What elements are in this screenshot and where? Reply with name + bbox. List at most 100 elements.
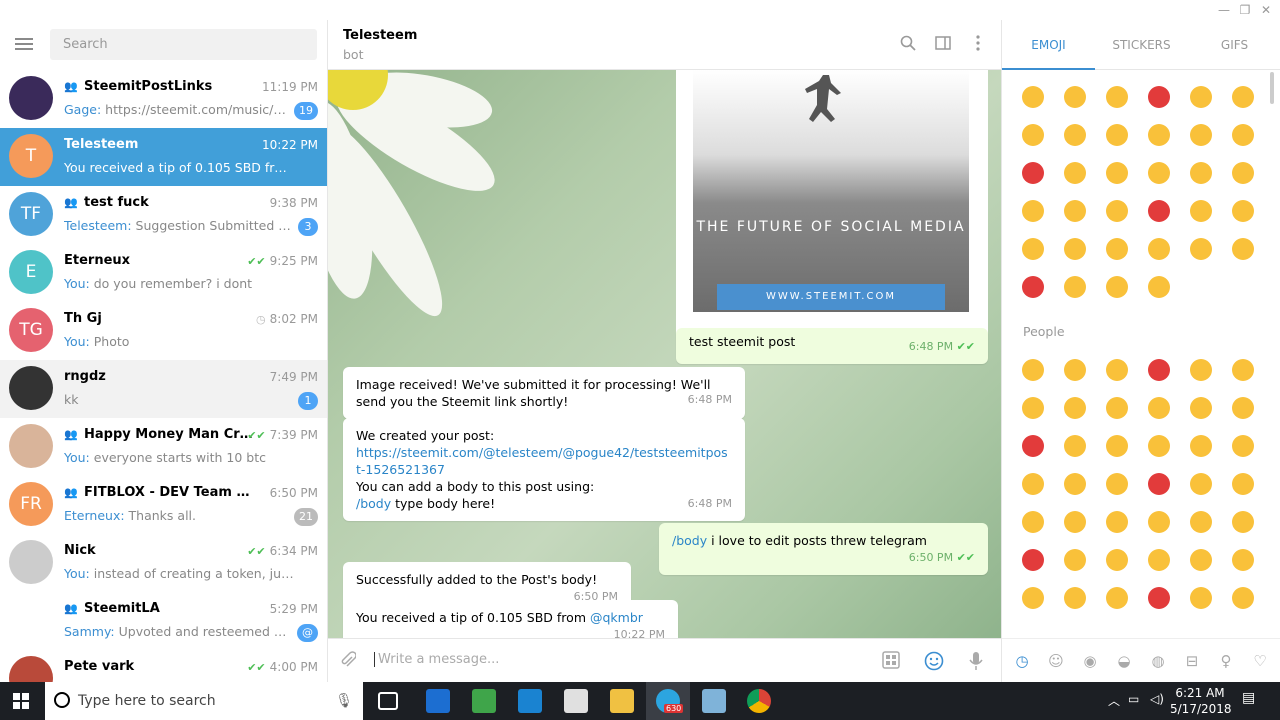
chat-list-item[interactable]: T Telesteem 10:22 PM You received a tip of… — [0, 128, 327, 186]
volume-icon[interactable]: ◁) — [1150, 692, 1164, 706]
emoji-button[interactable] — [1064, 397, 1086, 419]
emoji-button[interactable] — [1148, 276, 1170, 298]
system-clock[interactable]: 6:21 AM 5/17/2018 — [1170, 685, 1232, 717]
emoji-button[interactable] — [1148, 359, 1170, 381]
emoji-button[interactable] — [1232, 397, 1254, 419]
nature-icon[interactable]: ◉ — [1080, 651, 1100, 671]
emoji-button[interactable] — [1064, 511, 1086, 533]
file-explorer-icon[interactable] — [610, 689, 634, 713]
emoji-button[interactable] — [1148, 238, 1170, 260]
recent-icon[interactable]: ◷ — [1012, 651, 1032, 671]
emoji-button[interactable] — [1190, 162, 1212, 184]
emoji-button[interactable] — [1148, 397, 1170, 419]
emoji-button[interactable] — [1022, 359, 1044, 381]
emoji-button[interactable] — [1148, 124, 1170, 146]
chat-list-item[interactable]: 👥 SteemitLA 5:29 PM Sammy: Upvoted and rest… — [0, 592, 327, 650]
emoji-button[interactable] — [1232, 549, 1254, 571]
emoji-button[interactable] — [1148, 200, 1170, 222]
emoji-button[interactable] — [1106, 435, 1128, 457]
tab-gifs[interactable]: GIFS — [1188, 38, 1280, 52]
activity-icon[interactable]: ◍ — [1148, 651, 1168, 671]
emoji-button[interactable] — [1106, 86, 1128, 108]
tray-chevron-icon[interactable]: ︿ — [1108, 692, 1120, 709]
incoming-message[interactable]: You received a tip of 0.105 SBD from @qk… — [343, 600, 678, 638]
emoji-button[interactable] — [1106, 549, 1128, 571]
message-input[interactable]: Write a message... — [374, 652, 499, 667]
chrome-icon[interactable] — [747, 689, 771, 713]
taskbar-search[interactable]: Type here to search 🎙 — [45, 682, 363, 720]
post-link[interactable]: https://steemit.com/@telesteem/@pogue42/… — [356, 444, 732, 478]
emoji-button[interactable] — [1022, 397, 1044, 419]
chat-list-item[interactable]: FR 👥FITBLOX - DEV Team - Roadmap 6:50 PM Et… — [0, 476, 327, 534]
emoji-button[interactable] — [1106, 162, 1128, 184]
emoji-button[interactable] — [1106, 511, 1128, 533]
emoji-button[interactable] — [1190, 238, 1212, 260]
emoji-button[interactable] — [1064, 124, 1086, 146]
emoji-button[interactable] — [1064, 86, 1086, 108]
food-icon[interactable]: ◒ — [1114, 651, 1134, 671]
emoji-button[interactable] — [1106, 473, 1128, 495]
outgoing-message[interactable]: test steemit post 6:48 PM ✔✔ — [676, 328, 988, 364]
emoji-button[interactable] — [1190, 397, 1212, 419]
emoji-button[interactable] — [1232, 200, 1254, 222]
close-button[interactable]: ✕ — [1256, 2, 1276, 18]
emoji-button[interactable] — [1232, 238, 1254, 260]
emoji-button[interactable] — [1232, 162, 1254, 184]
emoji-button[interactable] — [1148, 435, 1170, 457]
sidebar-toggle-icon[interactable] — [933, 35, 953, 55]
maximize-button[interactable]: ❐ — [1235, 2, 1255, 18]
travel-icon[interactable]: ⊟ — [1182, 651, 1202, 671]
bot-keyboard-icon[interactable] — [881, 651, 901, 671]
emoji-button[interactable] — [1022, 587, 1044, 609]
emoji-button[interactable] — [1190, 435, 1212, 457]
emoji-button[interactable] — [1190, 587, 1212, 609]
emoji-button[interactable] — [1022, 238, 1044, 260]
menu-icon[interactable] — [15, 38, 33, 50]
emoji-button[interactable] — [1190, 549, 1212, 571]
windows-start-icon[interactable] — [13, 693, 29, 709]
peer-name[interactable]: Telesteem — [343, 28, 417, 43]
emoji-button[interactable] — [1190, 124, 1212, 146]
emoji-button[interactable] — [1064, 200, 1086, 222]
emoji-button[interactable] — [1022, 276, 1044, 298]
notifications-icon[interactable]: ▤ — [1242, 690, 1255, 706]
task-view-icon[interactable] — [378, 692, 398, 710]
emoji-button[interactable] — [1064, 435, 1086, 457]
store-icon[interactable] — [564, 689, 588, 713]
user-link[interactable]: @qkmbr — [590, 610, 643, 625]
emoji-button[interactable] — [1106, 587, 1128, 609]
chat-list-item[interactable]: E Eterneux ✔✔ 9:25 PM You: do you remember? … — [0, 244, 327, 302]
emoji-button[interactable] — [1064, 276, 1086, 298]
battery-icon[interactable]: ▭ — [1128, 692, 1139, 706]
search-icon[interactable] — [898, 35, 918, 55]
emoji-button[interactable] — [1190, 511, 1212, 533]
emoji-button[interactable] — [1022, 549, 1044, 571]
chat-list-item[interactable]: TF 👥 test fuck 9:38 PM Telesteem: Suggestion… — [0, 186, 327, 244]
microphone-icon[interactable] — [966, 651, 986, 671]
emoji-button[interactable] — [1022, 124, 1044, 146]
emoji-button[interactable] — [1022, 473, 1044, 495]
people-icon[interactable]: ☺ — [1046, 651, 1066, 671]
emoji-button[interactable] — [1148, 162, 1170, 184]
emoji-button[interactable] — [1022, 200, 1044, 222]
incoming-message[interactable]: Image received! We've submitted it for p… — [343, 367, 745, 419]
emoji-button[interactable] — [1106, 238, 1128, 260]
symbols-icon[interactable]: ♡ — [1250, 651, 1270, 671]
emoji-button[interactable] — [1232, 473, 1254, 495]
emoji-button[interactable] — [1064, 162, 1086, 184]
emoji-button[interactable] — [1232, 587, 1254, 609]
emoji-button[interactable] — [1106, 397, 1128, 419]
notepad-icon[interactable] — [702, 689, 726, 713]
command-link[interactable]: /body — [672, 533, 707, 548]
chat-list-item[interactable]: 👥Happy Money Man Crypto ...✔✔7:39 PM You:… — [0, 418, 327, 476]
chat-list-item[interactable]: Nick ✔✔ 6:34 PM You: instead of creating a … — [0, 534, 327, 592]
emoji-button[interactable] — [1106, 359, 1128, 381]
emoji-button[interactable] — [1190, 473, 1212, 495]
emoji-scrollbar[interactable] — [1270, 72, 1274, 104]
telegram-taskbar-item[interactable]: 630 — [646, 682, 690, 720]
emoji-button[interactable] — [1106, 124, 1128, 146]
attach-icon[interactable] — [338, 651, 358, 671]
emoji-button[interactable] — [1232, 435, 1254, 457]
emoji-button[interactable] — [1232, 511, 1254, 533]
search-input[interactable]: Search — [50, 29, 317, 60]
